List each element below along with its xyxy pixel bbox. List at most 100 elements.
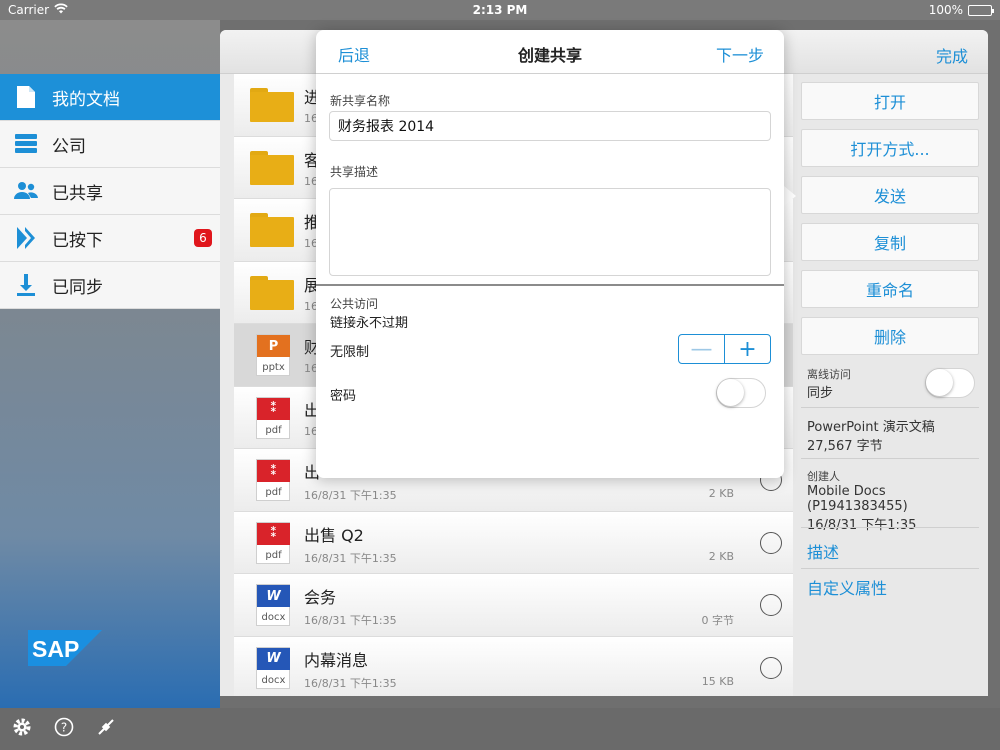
push-icon [14,226,38,250]
section-divider [316,284,784,286]
select-radio[interactable] [760,531,782,554]
svg-text:SAP: SAP [32,636,79,662]
sidebar-item-label: 已同步 [52,277,103,298]
password-toggle[interactable] [716,378,766,408]
download-icon [14,273,38,297]
done-button[interactable]: 完成 [936,43,968,67]
people-icon [14,179,38,203]
send-button[interactable]: 发送 [801,176,979,214]
docx-file-icon: W docx [256,646,290,689]
sidebar-item-label: 我的文档 [52,89,120,110]
copy-button[interactable]: 复制 [801,223,979,261]
offline-access-section: 离线访问 同步 [807,366,851,401]
help-icon[interactable]: ? [54,717,74,741]
sidebar-item-label: 已按下 [52,230,103,251]
increment-button[interactable]: + [725,335,770,363]
folder-icon [250,88,294,122]
created-time: 16/8/31 下午1:35 [807,518,917,533]
next-button[interactable]: 下一步 [716,42,764,66]
file-meta: 16/8/31 下午1:35 [304,676,397,690]
pdf-file-icon: ⁑ pdf [256,459,290,501]
popover-title: 创建共享 [517,46,582,65]
folder-icon [250,275,294,310]
file-actions-panel: 打开 打开方式... 发送 复制 重命名 删除 离线访问 同步 PowerPoi… [793,74,988,696]
divider [801,458,979,459]
carrier-label: Carrier [8,3,50,17]
file-name: 会务 [304,588,337,607]
access-limit-stepper[interactable]: — + [678,334,771,364]
file-size: 15 KB [701,674,734,688]
sidebar: 我的文档 公司 已共享 已按下 6 已同步 [0,74,220,309]
select-radio[interactable] [760,656,782,679]
divider [801,527,979,528]
sidebar-item-label: 公司 [52,136,86,157]
file-size-detail: 27,567 字节 [807,439,883,454]
bottom-toolbar: ? [0,708,1000,750]
decrement-button[interactable]: — [679,335,725,363]
status-bar: Carrier 2:13 PM 100% [0,0,1000,20]
file-meta: 16/8/31 下午1:35 [304,614,397,627]
back-button[interactable]: 后退 [338,42,370,66]
creator-name: Mobile Docs (P1941383455) [807,484,908,514]
docx-file-icon: W docx [256,584,290,626]
divider [801,407,979,408]
offline-access-value: 同步 [807,386,834,401]
popover-arrow [784,186,796,206]
link-expiry-text: 链接永不过期 [330,316,409,331]
creator-label: 创建人 [807,470,840,483]
folder-icon [250,213,294,247]
sidebar-item-shared[interactable]: 已共享 [0,168,220,215]
battery-percent: 100% [928,3,963,17]
folder-icon [250,150,294,185]
pdf-file-icon: ⁑ pdf [256,521,290,564]
file-size: 2 KB [708,487,734,500]
description-link[interactable]: 描述 [807,539,839,563]
pushed-count-badge: 6 [194,229,212,247]
share-name-label: 新共享名称 [330,94,391,108]
svg-text:?: ? [61,721,67,735]
password-label: 密码 [330,389,357,404]
file-meta: 16/8/31 下午1:35 [304,551,397,565]
connection-plug-icon[interactable] [96,717,116,741]
wifi-icon [54,3,68,17]
file-row[interactable]: ⁑ pdf 出售 Q2 16/8/31 下午1:35 2 KB [234,511,794,574]
popover-header: 后退 创建共享 下一步 [316,30,784,74]
sidebar-item-pushed[interactable]: 已按下 6 [0,215,220,262]
share-description-label: 共享描述 [330,165,379,179]
document-icon [14,85,38,109]
select-radio[interactable] [760,594,782,616]
file-meta: 16/8/31 下午1:35 [304,489,397,502]
create-share-popover: 后退 创建共享 下一步 新共享名称 共享描述 公共访问 链接永不过期 无限制 —… [316,30,784,478]
offline-access-label: 离线访问 [807,368,851,381]
open-button[interactable]: 打开 [801,82,979,120]
battery-icon [968,4,994,16]
file-size: 0 字节 [701,614,735,627]
sidebar-item-company[interactable]: 公司 [0,121,220,168]
sidebar-item-synced[interactable]: 已同步 [0,262,220,309]
divider [801,568,979,569]
sidebar-item-label: 已共享 [52,183,103,204]
custom-properties-link[interactable]: 自定义属性 [807,575,887,599]
public-access-label: 公共访问 [330,297,379,311]
offline-sync-toggle[interactable] [925,368,975,398]
settings-gear-icon[interactable] [12,717,32,741]
file-name: 内幕消息 [304,650,369,670]
file-type: PowerPoint 演示文稿 [807,420,935,435]
file-size: 2 KB [708,549,734,563]
server-icon [14,132,38,156]
file-row[interactable]: W docx 会务 16/8/31 下午1:35 0 字节 [234,574,794,637]
share-name-input[interactable] [329,111,771,141]
open-with-button[interactable]: 打开方式... [801,129,979,167]
file-type-section: PowerPoint 演示文稿 27,567 字节 [807,416,935,454]
access-limit-text: 无限制 [330,345,370,360]
sap-logo: SAP [28,630,102,666]
status-time: 2:13 PM [472,3,528,17]
file-row[interactable]: W docx 内幕消息 16/8/31 下午1:35 15 KB [234,636,794,696]
sidebar-item-my-documents[interactable]: 我的文档 [0,74,220,121]
file-name: 出售 Q2 [304,525,364,545]
delete-button[interactable]: 删除 [801,317,979,355]
pptx-file-icon: P pptx [256,334,290,376]
share-description-input[interactable] [329,188,771,276]
pdf-file-icon: ⁑ pdf [256,396,290,439]
rename-button[interactable]: 重命名 [801,270,979,308]
